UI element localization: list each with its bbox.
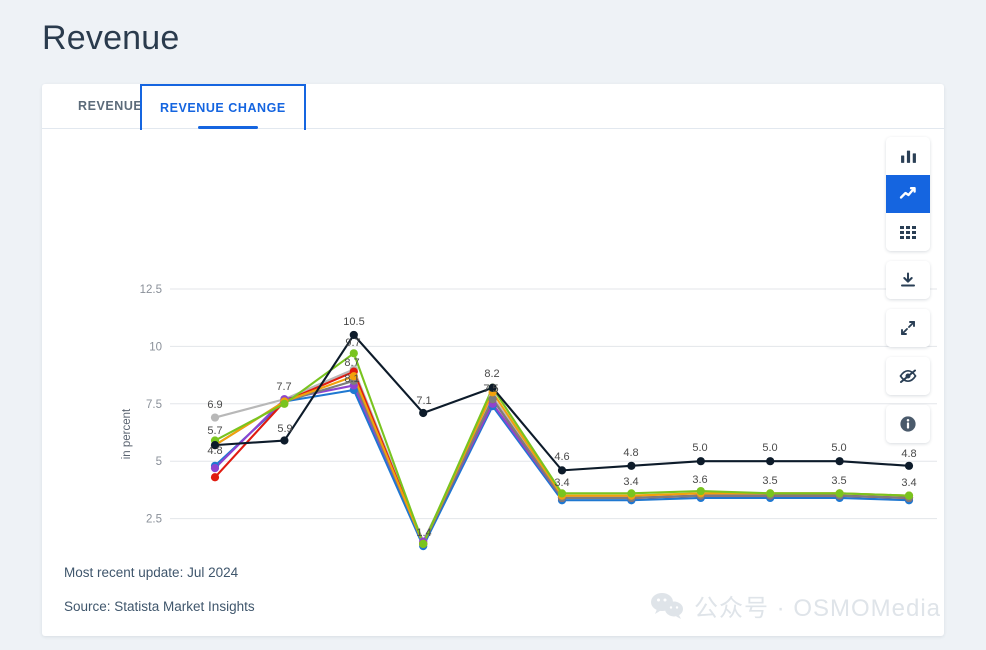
eye-off-icon[interactable]: [886, 357, 930, 395]
chart-toolbar: [886, 137, 930, 453]
series-point: [557, 466, 567, 475]
tab-bar: REVENUE REVENUE CHANGE: [42, 84, 944, 130]
series-point: [766, 457, 775, 466]
data-label: 3.5: [762, 475, 777, 487]
data-label: 5.0: [762, 442, 777, 454]
series-point: [210, 463, 220, 473]
series-point: [419, 408, 428, 418]
toolbar-group-info: [886, 405, 930, 443]
series-point: [904, 491, 914, 500]
data-label: 5.0: [831, 442, 846, 454]
series-point: [280, 399, 289, 408]
data-label: 4.6: [554, 451, 569, 463]
data-label: 4.8: [623, 447, 638, 459]
y-axis-tick-label: 7.5: [146, 399, 162, 411]
data-label: 8.7: [344, 357, 359, 369]
series-point: [835, 489, 844, 498]
revenue-change-line-chart: 02.557.51012.5in percent2019202020212022…: [121, 284, 937, 551]
data-label: 3.6: [692, 474, 707, 486]
data-label: 7.5: [483, 383, 498, 395]
data-label: 8.1: [344, 373, 359, 385]
data-label: 8.2: [484, 368, 499, 380]
y-axis-tick-label: 2.5: [146, 514, 162, 526]
data-label: 3.4: [554, 477, 569, 489]
data-label: 5.9: [277, 423, 292, 435]
page-title: Revenue: [42, 19, 180, 57]
line-chart-icon[interactable]: [886, 175, 930, 213]
series-line: [213, 352, 911, 545]
data-label: 7.7: [276, 381, 291, 393]
data-label: 3.5: [831, 475, 846, 487]
chart-area: 02.557.51012.5in percent2019202020212022…: [42, 129, 944, 569]
toolbar-group-viewtype: [886, 137, 930, 251]
data-label: 9.7: [345, 337, 360, 349]
chart-card: REVENUE REVENUE CHANGE 02.557.51012.5in …: [42, 84, 944, 636]
series-point: [210, 473, 220, 482]
data-label: 3.4: [623, 476, 638, 488]
toolbar-group-expand: [886, 309, 930, 347]
data-label: 5.0: [692, 442, 707, 454]
series-point: [904, 461, 914, 470]
toolbar-group-download: [886, 261, 930, 299]
series-point: [696, 457, 705, 466]
page-root: Revenue REVENUE REVENUE CHANGE 02.557.51…: [0, 0, 986, 650]
data-label: 4.8: [207, 445, 222, 457]
series-point: [627, 461, 636, 470]
toolbar-group-hide: [886, 357, 930, 395]
data-label: 10.5: [343, 316, 364, 328]
series-point: [766, 489, 775, 498]
source-text: Source: Statista Market Insights: [64, 599, 255, 614]
y-axis-tick-label: 12.5: [140, 284, 162, 296]
bar-chart-icon[interactable]: [886, 137, 930, 175]
data-label: 1.4: [416, 527, 431, 539]
info-icon[interactable]: [886, 405, 930, 443]
table-icon[interactable]: [886, 213, 930, 251]
series-point: [627, 489, 636, 498]
series-point: [696, 486, 705, 496]
y-axis-title: in percent: [121, 408, 133, 459]
tab-revenue-change[interactable]: REVENUE CHANGE: [140, 84, 306, 130]
data-label: 5.7: [207, 425, 222, 437]
series-point: [280, 436, 289, 445]
series-point: [835, 457, 844, 466]
download-icon[interactable]: [886, 261, 930, 299]
series-point: [210, 413, 220, 422]
y-axis-tick-label: 10: [149, 341, 162, 353]
expand-icon[interactable]: [886, 309, 930, 347]
y-axis-tick-label: 5: [156, 456, 162, 468]
data-label: 3.4: [901, 477, 916, 489]
data-label: 7.1: [416, 395, 431, 407]
series-point: [419, 539, 428, 548]
data-label: 6.9: [207, 399, 222, 411]
series-point: [557, 489, 567, 498]
last-update-text: Most recent update: Jul 2024: [64, 565, 239, 580]
